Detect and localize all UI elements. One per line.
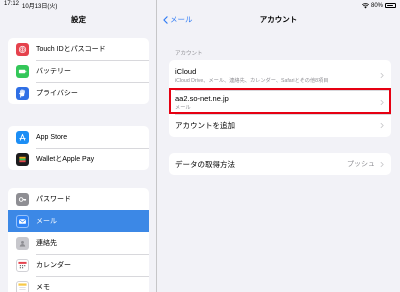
sidebar-item-mail[interactable]: メール: [8, 210, 149, 232]
section-header-accounts: アカウント: [175, 51, 203, 57]
fingerprint-icon: [16, 42, 29, 56]
chevron-right-icon: [380, 72, 384, 78]
account-row-so-net[interactable]: aa2.so-net.ne.jp メール: [169, 90, 391, 114]
sidebar-item-label: パスワード: [36, 196, 71, 203]
notes-icon: [16, 280, 29, 292]
chevron-right-icon: [380, 161, 384, 167]
fetch-settings: データの取得方法 プッシュ: [169, 153, 391, 175]
battery-icon: [385, 3, 396, 8]
page-title: アカウント: [259, 15, 298, 24]
settings-sidebar: 設定 Touch IDとパスコード バッテリー プライバシー App Store…: [0, 0, 157, 292]
account-subtitle: メール: [175, 104, 191, 111]
status-bar: 17:12 10月13日(火) 80%: [0, 0, 400, 11]
sidebar-group-store: App Store WalletとApple Pay: [8, 126, 149, 170]
sidebar-item-label: メール: [36, 218, 57, 225]
sidebar-item-privacy[interactable]: プライバシー: [8, 82, 149, 104]
sidebar-item-battery[interactable]: バッテリー: [8, 60, 149, 82]
sidebar-item-calendar[interactable]: カレンダー: [8, 254, 149, 276]
sidebar-item-label: Touch IDとパスコード: [36, 46, 106, 53]
wallet-icon: [16, 152, 29, 166]
account-subtitle: iCloud Drive、メール、連絡先、カレンダー、Safariとその他8項目: [175, 77, 329, 84]
sidebar-item-wallet[interactable]: WalletとApple Pay: [8, 148, 149, 170]
account-title: aa2.so-net.ne.jp: [175, 93, 229, 103]
sidebar-item-passwords[interactable]: パスワード: [8, 188, 149, 210]
sidebar-group-apps: パスワード メール 連絡先 カレンダー メモ: [8, 188, 149, 292]
wifi-icon: [361, 2, 369, 8]
sidebar-item-label: カレンダー: [36, 262, 71, 269]
sidebar-title: 設定: [71, 15, 86, 24]
sidebar-item-app-store[interactable]: App Store: [8, 126, 149, 148]
accounts-list: iCloud iCloud Drive、メール、連絡先、カレンダー、Safari…: [169, 60, 391, 137]
chevron-right-icon: [380, 122, 384, 129]
chevron-right-icon: [380, 99, 384, 105]
sidebar-item-label: 連絡先: [36, 240, 57, 247]
calendar-icon: [16, 258, 29, 272]
sidebar-item-label: WalletとApple Pay: [36, 156, 95, 163]
accounts-panel: メール アカウント アカウント iCloud iCloud Drive、メール、…: [157, 0, 400, 292]
sidebar-item-contacts[interactable]: 連絡先: [8, 232, 149, 254]
contacts-icon: [16, 236, 29, 250]
add-account-row[interactable]: アカウントを追加: [169, 114, 391, 137]
key-icon: [16, 192, 29, 206]
app-store-icon: [16, 130, 29, 144]
status-date: 10月13日(火): [22, 4, 58, 10]
mail-icon: [16, 214, 29, 228]
sidebar-item-label: プライバシー: [36, 90, 78, 97]
sidebar-item-label: メモ: [36, 284, 50, 291]
battery-percent: 80%: [370, 2, 383, 9]
sidebar-item-label: バッテリー: [36, 68, 71, 75]
fetch-value: プッシュ: [347, 161, 375, 168]
sidebar-item-notes[interactable]: メモ: [8, 276, 149, 292]
sidebar-item-label: App Store: [36, 133, 68, 141]
account-title: iCloud: [175, 66, 197, 76]
status-time: 17:12: [4, 1, 20, 7]
add-account-label: アカウントを追加: [175, 121, 235, 130]
fetch-new-data-row[interactable]: データの取得方法 プッシュ: [169, 153, 391, 175]
hand-icon: [16, 86, 29, 100]
battery-app-icon: [16, 64, 29, 78]
account-row-icloud[interactable]: iCloud iCloud Drive、メール、連絡先、カレンダー、Safari…: [169, 60, 391, 90]
sidebar-group-security: Touch IDとパスコード バッテリー プライバシー: [8, 38, 149, 104]
sidebar-item-touch-id[interactable]: Touch IDとパスコード: [8, 38, 149, 60]
